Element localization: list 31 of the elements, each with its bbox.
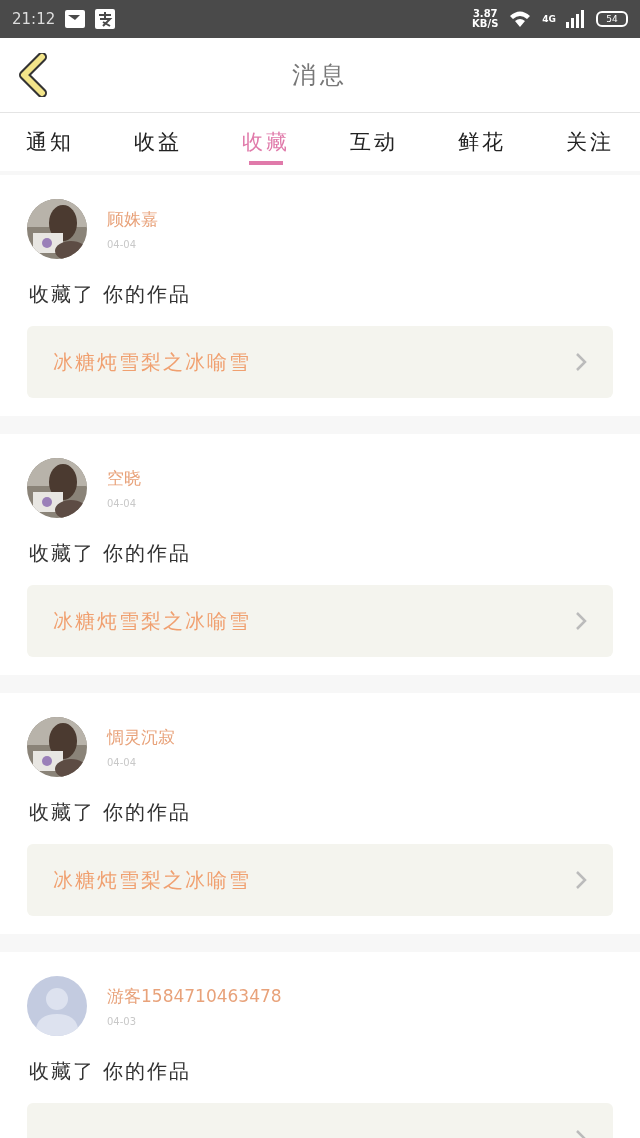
back-button[interactable] [18,53,48,97]
default-avatar-icon [27,976,87,1036]
chevron-right-icon [575,352,587,372]
tab[interactable]: 通知 [10,113,90,171]
battery-indicator: 54 [596,11,628,27]
tab[interactable]: 关注 [550,113,630,171]
user-name[interactable]: 顾姝嘉 [107,208,158,231]
user-name[interactable]: 惆灵沉寂 [107,726,175,749]
work-link[interactable]: 冰糖炖雪梨之冰喻雪 [27,844,613,916]
tab[interactable]: 鲜花 [442,113,522,171]
message-text: 收藏了 你的作品 [29,281,193,308]
chevron-right-icon [575,611,587,631]
work-link[interactable]: 冰糖炖雪梨之冰喻雪 [27,585,613,657]
message-text: 收藏了 你的作品 [29,540,193,567]
status-time: 21:12 [12,10,56,28]
tab[interactable]: 互动 [334,113,414,171]
message-text: 收藏了 你的作品 [29,1058,193,1085]
image-notification-icon [65,10,86,28]
chevron-right-icon [575,870,587,890]
signal-icon [566,10,586,28]
network-type: 4G [542,14,556,24]
user-name[interactable]: 空晓 [107,467,141,490]
network-speed: 3.87 KB/S [472,9,499,29]
message-text: 收藏了 你的作品 [29,799,193,826]
tab[interactable]: 收益 [118,113,198,171]
wifi-icon [508,9,533,29]
user-name[interactable]: 游客1584710463478 [107,985,282,1008]
work-link[interactable]: 冰糖炖雪梨之冰喻雪 [27,326,613,398]
payment-app-icon [95,9,116,29]
tab[interactable]: 收藏 [226,113,306,171]
page-title: 消息 [292,60,348,91]
